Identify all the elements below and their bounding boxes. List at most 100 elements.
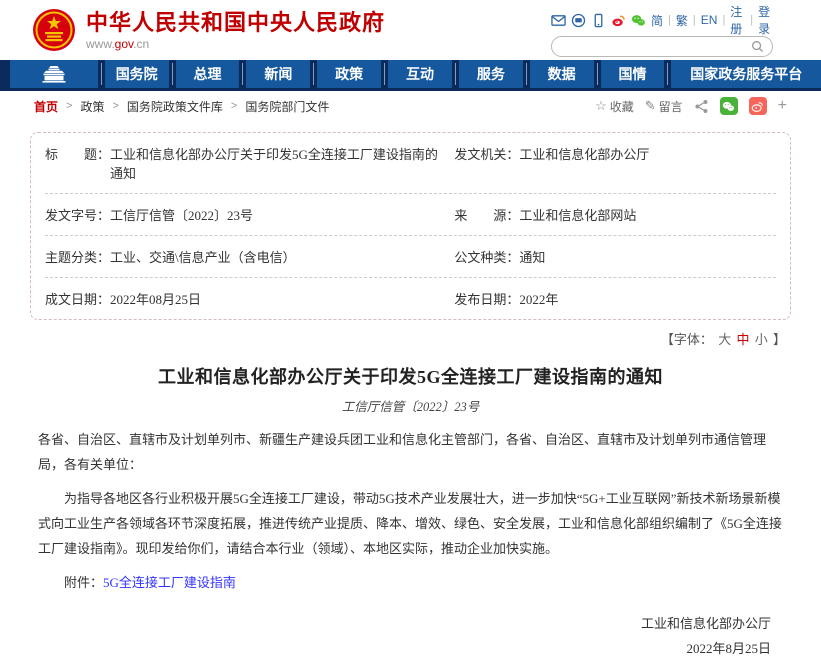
lang-traditional-link[interactable]: 繁 <box>676 12 688 29</box>
site-logo[interactable]: 中华人民共和国中央人民政府 www.gov.cn <box>32 8 385 52</box>
meta-publish-date-label: 发布日期： <box>454 289 519 308</box>
comment-label: 留言 <box>659 98 683 115</box>
meta-title-value: 工业和信息化部办公厅关于印发5G全连接工厂建设指南的通知 <box>110 144 442 182</box>
nav-separator <box>594 60 601 88</box>
breadcrumb-policy-library[interactable]: 国务院政策文件库 <box>127 98 223 115</box>
meta-publish-date-cell: 发布日期： 2022年 <box>454 278 776 319</box>
meta-row-dates: 成文日期： 2022年08月25日 发布日期： 2022年 <box>45 278 776 319</box>
signature-block: 工业和信息化部办公厅 2022年8月25日 <box>38 611 783 661</box>
breadcrumb-separator: > <box>231 100 237 112</box>
meta-source-value: 工业和信息化部网站 <box>519 205 636 224</box>
meta-doctype-value: 通知 <box>519 247 545 266</box>
link-separator: | <box>668 14 671 26</box>
meta-written-date-value: 2022年08月25日 <box>110 289 201 308</box>
nav-separator <box>381 60 388 88</box>
breadcrumb-department-docs[interactable]: 国务院部门文件 <box>245 98 329 115</box>
nav-home[interactable] <box>10 60 98 88</box>
nav-separator <box>98 60 105 88</box>
signature-org: 工业和信息化部办公厅 <box>38 611 771 636</box>
attachment-link[interactable]: 5G全连接工厂建设指南 <box>103 575 236 590</box>
gov-portal-page: 中华人民共和国中央人民政府 www.gov.cn <box>0 0 821 594</box>
meta-number-label: 发文字号： <box>45 205 110 224</box>
doc-meta-table: 标 题： 工业和信息化部办公厅关于印发5G全连接工厂建设指南的通知 发文机关： … <box>30 132 791 320</box>
mail-icon[interactable] <box>551 13 566 28</box>
page-actions: ☆ 收藏 ✎ 留言 <box>595 97 787 115</box>
site-url-prefix: www. <box>86 37 115 51</box>
star-icon: ☆ <box>595 98 607 114</box>
share-nodes-icon <box>694 99 709 114</box>
site-url[interactable]: www.gov.cn <box>86 37 385 51</box>
favorite-button[interactable]: ☆ 收藏 <box>595 98 634 115</box>
meta-category-value: 工业、交通\信息产业（含电信） <box>110 247 296 266</box>
meta-agency-value: 工业和信息化部办公厅 <box>519 144 649 182</box>
wechat-icon[interactable] <box>631 13 646 28</box>
link-separator: | <box>722 14 725 26</box>
share-button[interactable] <box>694 99 709 114</box>
site-url-gov: gov <box>115 37 133 51</box>
meta-publish-date-value: 2022年 <box>519 289 558 308</box>
font-size-widget: 【字体： 大 中 小 】 <box>0 329 787 348</box>
meta-number-cell: 发文字号： 工信厅信管〔2022〕23号 <box>45 194 454 235</box>
font-size-prefix: 【字体： <box>661 332 713 347</box>
meta-agency-label: 发文机关： <box>454 144 519 182</box>
site-header: 中华人民共和国中央人民政府 www.gov.cn <box>0 0 821 60</box>
lang-simplified-link[interactable]: 简 <box>651 12 663 29</box>
comment-button[interactable]: ✎ 留言 <box>645 98 683 115</box>
search-input[interactable] <box>560 38 751 55</box>
meta-category-label: 主题分类： <box>45 247 110 266</box>
nav-item-shuju[interactable]: 数据 <box>530 60 594 88</box>
weibo-icon <box>751 100 764 113</box>
font-size-medium-button[interactable]: 中 <box>736 332 749 347</box>
register-link[interactable]: 注册 <box>730 3 745 37</box>
favorite-label: 收藏 <box>610 98 634 115</box>
font-size-large-button[interactable]: 大 <box>718 332 731 347</box>
meta-doctype-label: 公文种类： <box>454 247 519 266</box>
more-actions-button[interactable]: + <box>778 98 787 114</box>
signature-date: 2022年8月25日 <box>38 636 771 661</box>
quick-links-row: 简 | 繁 | EN | 注册 | 登录 <box>551 11 773 29</box>
nav-separator <box>239 60 246 88</box>
share-weibo-button[interactable] <box>749 97 767 115</box>
search-icon[interactable] <box>751 40 764 53</box>
nav-item-xinwen[interactable]: 新闻 <box>246 60 310 88</box>
weibo-icon[interactable] <box>611 13 626 28</box>
nav-separator <box>169 60 176 88</box>
document-article: 工业和信息化部办公厅关于印发5G全连接工厂建设指南的通知 工信厅信管〔2022〕… <box>0 363 821 661</box>
breadcrumb-home[interactable]: 首页 <box>34 98 58 115</box>
home-gate-icon <box>41 66 67 83</box>
meta-number-value: 工信厅信管〔2022〕23号 <box>110 205 253 224</box>
paragraph-main: 为指导各地区各行业积极开展5G全连接工厂建设，带动5G技术产业发展壮大，进一步加… <box>38 486 783 561</box>
nav-item-zongli[interactable]: 总理 <box>176 60 240 88</box>
share-wechat-button[interactable] <box>720 97 738 115</box>
header-utilities: 简 | 繁 | EN | 注册 | 登录 <box>551 11 773 57</box>
nav-item-zhengce[interactable]: 政策 <box>317 60 381 88</box>
nav-item-zhengwu-platform[interactable]: 国家政务服务平台 <box>671 60 821 88</box>
nav-separator <box>310 60 317 88</box>
login-link[interactable]: 登录 <box>758 3 773 37</box>
search-box <box>551 36 773 57</box>
nav-item-guowuyuan[interactable]: 国务院 <box>105 60 169 88</box>
site-title: 中华人民共和国中央人民政府 <box>86 10 385 36</box>
nav-item-guoqing[interactable]: 国情 <box>601 60 665 88</box>
breadcrumb-row: 首页 > 政策 > 国务院政策文件库 > 国务院部门文件 ☆ 收藏 ✎ 留言 <box>0 91 821 121</box>
nav-item-hudong[interactable]: 互动 <box>388 60 452 88</box>
meta-source-cell: 来 源： 工业和信息化部网站 <box>454 194 776 235</box>
nav-separator <box>452 60 459 88</box>
meta-written-date-label: 成文日期： <box>45 289 110 308</box>
meta-category-cell: 主题分类： 工业、交通\信息产业（含电信） <box>45 236 454 277</box>
breadcrumb-zhengce[interactable]: 政策 <box>80 98 104 115</box>
national-emblem-icon <box>32 8 76 52</box>
lang-english-link[interactable]: EN <box>701 13 718 27</box>
message-icon[interactable] <box>571 13 586 28</box>
meta-row-category-type: 主题分类： 工业、交通\信息产业（含电信） 公文种类： 通知 <box>45 236 776 278</box>
link-separator: | <box>750 14 753 26</box>
mobile-icon[interactable] <box>591 13 606 28</box>
nav-separator <box>523 60 530 88</box>
document-body: 各省、自治区、直辖市及计划单列市、新疆生产建设兵团工业和信息化主管部门，各省、自… <box>38 427 783 595</box>
nav-item-fuwu[interactable]: 服务 <box>459 60 523 88</box>
font-size-small-button[interactable]: 小 <box>755 332 768 347</box>
link-separator: | <box>693 14 696 26</box>
paragraph-attachment: 附件：5G全连接工厂建设指南 <box>38 570 783 595</box>
document-number: 工信厅信管〔2022〕23号 <box>38 396 783 415</box>
meta-written-date-cell: 成文日期： 2022年08月25日 <box>45 278 454 319</box>
